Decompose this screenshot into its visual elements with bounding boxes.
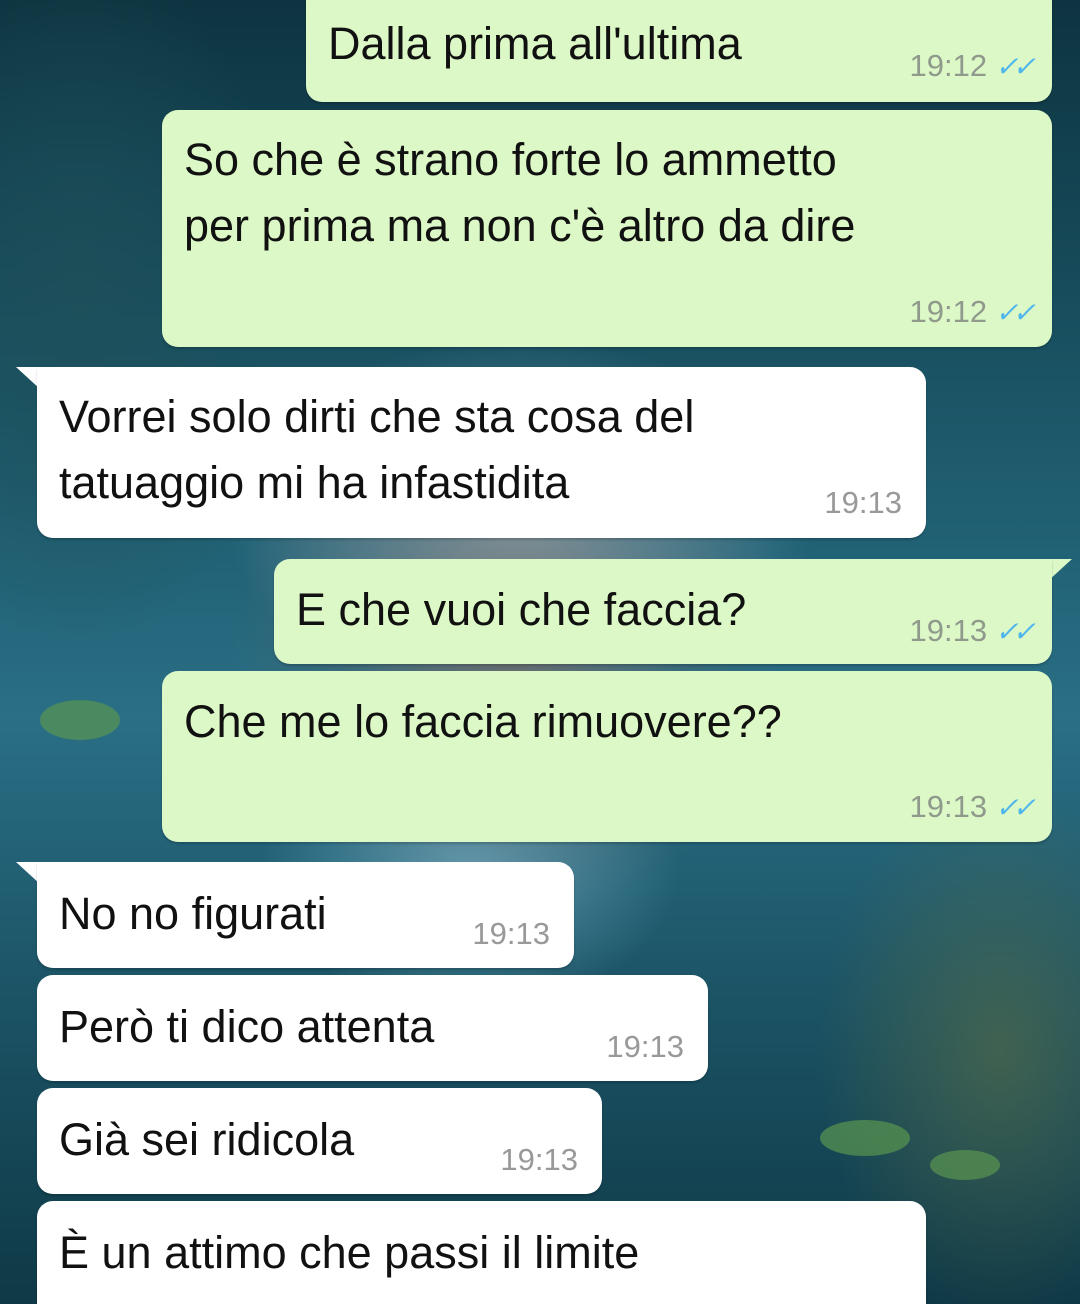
- double-check-icon: ✓✓: [995, 297, 1036, 328]
- double-check-icon: ✓✓: [995, 792, 1036, 823]
- message-time: 19:13: [472, 916, 550, 951]
- outgoing-message[interactable]: E che vuoi che faccia? 19:13 ✓✓: [274, 559, 1052, 664]
- incoming-message[interactable]: È un attimo che passi il limite: [37, 1201, 926, 1304]
- incoming-message[interactable]: Vorrei solo dirti che sta cosa del tatua…: [37, 367, 926, 538]
- message-time: 19:12: [909, 294, 988, 329]
- message-meta: 19:13: [606, 1029, 684, 1065]
- message-text: Che me lo faccia rimuovere??: [184, 696, 782, 747]
- incoming-message[interactable]: No no figurati 19:13: [37, 862, 574, 968]
- incoming-message[interactable]: Già sei ridicola 19:13: [37, 1088, 602, 1194]
- message-meta: 19:13: [500, 1142, 578, 1178]
- message-text-line-2: tatuaggio mi ha infastidita: [59, 457, 570, 508]
- message-text: Dalla prima all'ultima: [328, 18, 742, 69]
- message-meta: 19:13 ✓✓: [909, 789, 1036, 825]
- double-check-icon: ✓✓: [995, 616, 1036, 647]
- message-meta: 19:13: [472, 916, 550, 952]
- message-meta: 19:12 ✓✓: [909, 294, 1036, 330]
- message-text: E che vuoi che faccia?: [296, 584, 747, 635]
- message-text-line-1: So che è strano forte lo ammetto: [184, 134, 837, 185]
- outgoing-message[interactable]: So che è strano forte lo ammetto per pri…: [162, 110, 1052, 347]
- message-meta: 19:12 ✓✓: [909, 48, 1036, 84]
- message-meta: 19:13: [824, 485, 902, 521]
- chat-message-list[interactable]: Dalla prima all'ultima 19:12 ✓✓ So che è …: [0, 0, 1080, 1304]
- message-text-line-1: Vorrei solo dirti che sta cosa del: [59, 391, 695, 442]
- outgoing-message[interactable]: Che me lo faccia rimuovere?? 19:13 ✓✓: [162, 671, 1052, 842]
- incoming-message[interactable]: Però ti dico attenta 19:13: [37, 975, 708, 1081]
- message-time: 19:13: [500, 1142, 578, 1177]
- message-text: È un attimo che passi il limite: [59, 1227, 640, 1278]
- message-time: 19:13: [606, 1029, 684, 1064]
- double-check-icon: ✓✓: [995, 51, 1036, 82]
- message-meta: 19:13 ✓✓: [909, 613, 1036, 649]
- message-text: Già sei ridicola: [59, 1114, 355, 1165]
- message-text: No no figurati: [59, 888, 327, 939]
- message-time: 19:13: [824, 485, 902, 520]
- message-time: 19:12: [909, 48, 988, 83]
- outgoing-message[interactable]: Dalla prima all'ultima 19:12 ✓✓: [306, 0, 1052, 102]
- message-text-line-2: per prima ma non c'è altro da dire: [184, 200, 856, 251]
- message-time: 19:13: [909, 789, 988, 824]
- message-time: 19:13: [909, 613, 988, 648]
- message-text: Però ti dico attenta: [59, 1001, 435, 1052]
